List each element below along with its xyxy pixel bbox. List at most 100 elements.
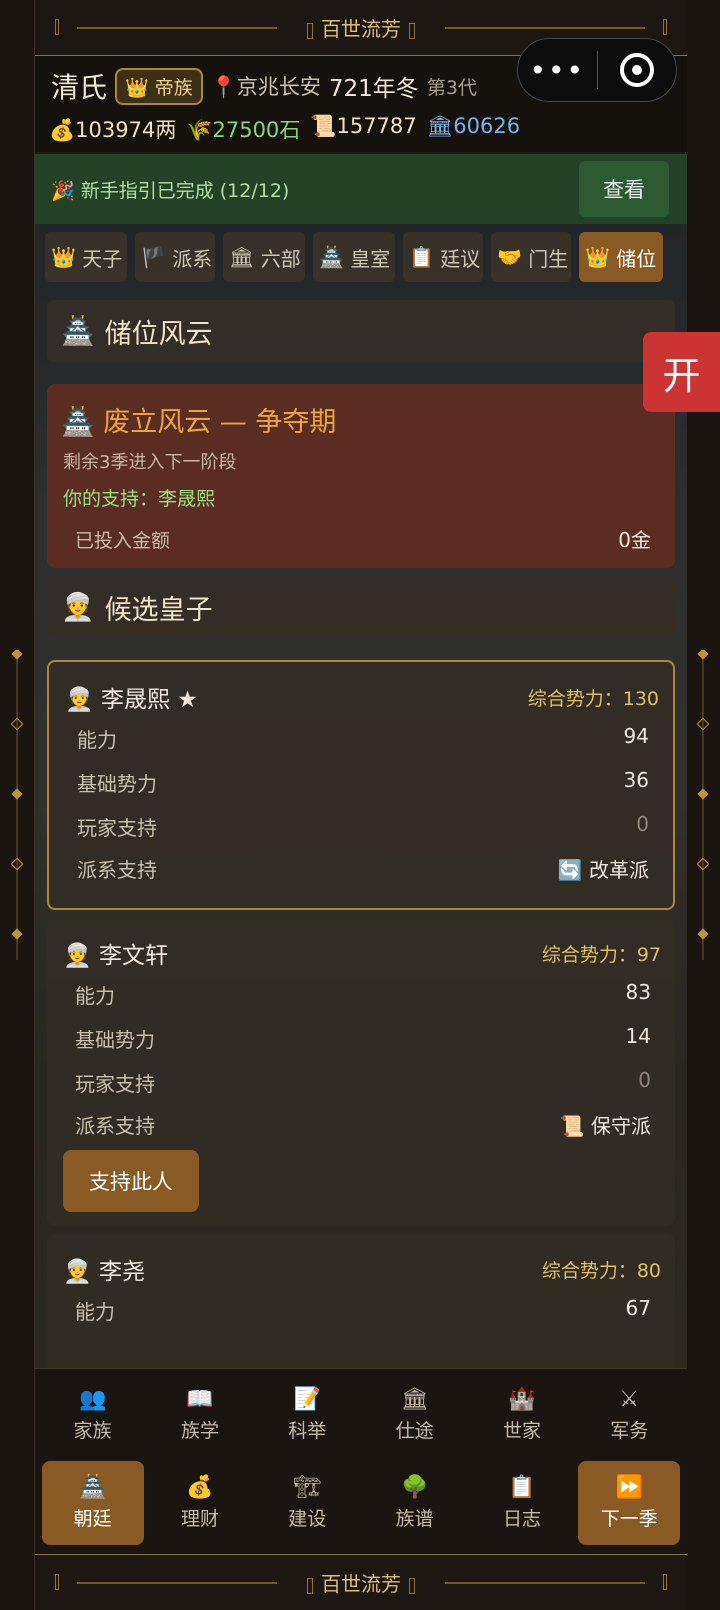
banner-cap <box>55 19 59 35</box>
banner-title: 百世流芳 <box>287 13 435 42</box>
ornament-icon <box>696 650 710 960</box>
nav-label: 世家 <box>502 1420 541 1442</box>
palace-icon: 🏯 <box>78 1475 107 1500</box>
nav-military[interactable]: ⚔ 军务 <box>578 1373 680 1457</box>
location: 📍京兆长安 <box>211 71 321 101</box>
close-icon[interactable] <box>598 53 677 87</box>
nav-court[interactable]: 🏯 朝廷 <box>41 1461 144 1545</box>
fast-forward-icon: ⏩ <box>615 1475 643 1500</box>
section-label: 候选皇子 <box>104 594 213 626</box>
stat-row: 玩家支持 0 <box>77 812 649 840</box>
building-icon: 🏛 <box>400 1387 429 1412</box>
candidate-card[interactable]: 👳 李尧 综合势力：80 能力 67 <box>47 1234 675 1368</box>
nav-label: 下一季 <box>600 1508 658 1530</box>
scroll-icon: 📜 <box>310 114 337 138</box>
stat-value: 📜 保守派 <box>559 1114 651 1138</box>
more-icon[interactable]: ••• <box>518 54 597 87</box>
stat-label: 能力 <box>75 984 115 1008</box>
nav-label: 族谱 <box>395 1508 434 1530</box>
prestige-value: 157787 <box>336 114 417 138</box>
player-support: 你的支持：李晟熙 <box>63 488 216 510</box>
nav-log[interactable]: 📋 日志 <box>471 1461 573 1545</box>
candidate-card[interactable]: 👳 李文轩 综合势力：97 能力 83 基础势力 14 玩家支持 0 派系支持 📜 保守… <box>47 918 675 1226</box>
nav-career[interactable]: 🏛 仕途 <box>364 1373 466 1457</box>
nav-school[interactable]: 📖 族学 <box>149 1373 251 1457</box>
stat-value: 94 <box>623 724 649 748</box>
tab-emperor[interactable]: 👑 天子 <box>45 232 127 282</box>
bottom-nav: 👥 家族 📖 族学 📝 科举 🏛 仕途 🏰 世家 ⚔ 军务 🏯 朝廷 💰 理财 🏗 建设 🌳 族谱 … <box>35 1368 687 1554</box>
succession-section-title: 🏯 储位风云 <box>47 300 675 362</box>
money-bag-icon: 💰 <box>49 118 76 142</box>
invested-value: 0金 <box>618 528 651 552</box>
pin-icon: 📍 <box>210 75 237 99</box>
game-frame: 百世流芳 清氏 👑 帝族 📍京兆长安 721年冬 第3代 💰103974两 🌾2… <box>34 0 687 1610</box>
candidate-power: 综合势力：130 <box>527 688 659 710</box>
guide-text: 🎉 新手指引已完成 (12/12) <box>51 180 290 202</box>
banner-line <box>445 1582 645 1584</box>
stat-row: 能力 94 <box>77 724 649 752</box>
view-button[interactable]: 查看 <box>579 161 669 217</box>
stat-label: 玩家支持 <box>77 816 157 840</box>
banner-cap <box>663 19 667 35</box>
tab-succession[interactable]: 👑 储位 <box>579 232 663 282</box>
rank-badge: 👑 帝族 <box>115 67 203 105</box>
open-button[interactable]: 开 <box>643 332 720 412</box>
invested-label: 已投入金额 <box>75 530 171 552</box>
nav-label: 家族 <box>73 1420 112 1442</box>
nav-family[interactable]: 👥 家族 <box>42 1373 144 1457</box>
tab-label: 派系 <box>172 246 213 271</box>
banner-cap <box>55 1574 59 1590</box>
support-button[interactable]: 支持此人 <box>63 1150 199 1212</box>
candidate-card[interactable]: 👳 李晟熙 ★ 综合势力：130 能力 94 基础势力 36 玩家支持 0 派系支持 🔄… <box>47 660 675 910</box>
year: 721年冬 <box>328 76 419 102</box>
tab-royal[interactable]: 🏯 皇室 <box>313 232 395 282</box>
building-icon: 🏛 <box>229 245 255 269</box>
banner-line <box>445 27 645 29</box>
tab-faction[interactable]: 🏴 派系 <box>135 232 215 282</box>
court-content[interactable]: 👑 天子 🏴 派系 🏛 六部 🏯 皇室 📋 廷议 🤝 门生 👑 储位 🏯 储位风云… <box>35 224 687 1368</box>
office-stat: 🏛60626 <box>427 114 520 144</box>
palace-icon: 🏯 <box>61 316 95 347</box>
book-icon: 📖 <box>186 1387 214 1412</box>
handshake-icon: 🤝 <box>497 245 522 269</box>
candidate-name: 👳 李晟熙 ★ <box>65 687 198 713</box>
stat-label: 能力 <box>75 1300 115 1324</box>
nav-label: 族学 <box>180 1420 219 1442</box>
tab-court-debate[interactable]: 📋 廷议 <box>403 232 483 282</box>
grain-icon: 🌾 <box>186 118 213 142</box>
stat-label: 派系支持 <box>75 1114 155 1138</box>
tree-icon: 🌳 <box>400 1475 429 1500</box>
nav-label: 仕途 <box>395 1420 434 1442</box>
phase-panel: 🏯 废立风云 — 争夺期 剩余3季进入下一阶段 你的支持：李晟熙 已投入金额 0… <box>47 384 675 568</box>
candidates-section-title: 👳 候选皇子 <box>47 576 675 638</box>
stat-value: 0 <box>638 1068 651 1092</box>
nav-exam[interactable]: 📝 科举 <box>256 1373 358 1457</box>
office-value: 60626 <box>453 114 521 138</box>
prestige-stat: 📜157787 <box>310 114 416 144</box>
nav-genealogy[interactable]: 🌳 族谱 <box>364 1461 466 1545</box>
flag-icon: 🏴 <box>141 245 166 269</box>
stat-value: 🔄 改革派 <box>557 858 649 882</box>
candidate-name: 👳 李文轩 <box>63 943 168 969</box>
miniprogram-capsule: ••• <box>517 38 677 102</box>
prince-icon: 👳 <box>61 592 95 623</box>
stat-row: 基础势力 36 <box>77 768 649 796</box>
stat-label: 派系支持 <box>77 858 157 882</box>
nav-construction[interactable]: 🏗 建设 <box>256 1461 358 1545</box>
clipboard-icon: 📋 <box>508 1475 536 1500</box>
nav-clans[interactable]: 🏰 世家 <box>471 1373 573 1457</box>
candidate-name: 👳 李尧 <box>63 1259 145 1285</box>
money-value: 103974两 <box>75 118 177 142</box>
grain-stat: 🌾27500石 <box>186 114 300 144</box>
castle-icon: 🏰 <box>508 1387 536 1412</box>
nav-finance[interactable]: 💰 理财 <box>149 1461 251 1545</box>
nav-label: 日志 <box>502 1508 541 1530</box>
money-stat: 💰103974两 <box>49 114 176 144</box>
nav-label: 军务 <box>610 1420 649 1442</box>
next-season-button[interactable]: ⏩ 下一季 <box>578 1461 681 1545</box>
stat-value: 83 <box>625 980 651 1004</box>
nav-label: 科举 <box>288 1420 327 1442</box>
tab-ministries[interactable]: 🏛 六部 <box>223 232 305 282</box>
nav-label: 建设 <box>288 1508 327 1530</box>
tab-disciples[interactable]: 🤝 门生 <box>491 232 571 282</box>
